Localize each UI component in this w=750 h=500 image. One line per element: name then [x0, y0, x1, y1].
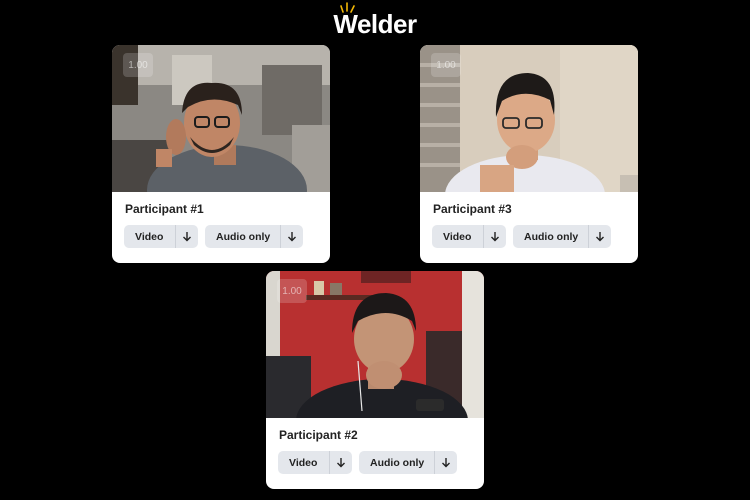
download-audio-button[interactable]: Audio only	[513, 225, 611, 248]
app-name: Welder	[333, 8, 417, 39]
app-logo: Welder	[0, 1, 750, 42]
arrow-down-icon	[588, 225, 611, 248]
participant-name: Participant #2	[279, 428, 358, 442]
arrow-down-icon	[483, 225, 506, 248]
arrow-down-icon	[175, 225, 198, 248]
participant-card-1: 1.00 Participant #1 Video Audio only	[112, 45, 330, 263]
arrow-down-icon	[280, 225, 303, 248]
download-audio-button[interactable]: Audio only	[359, 451, 457, 474]
audio-label: Audio only	[216, 230, 271, 243]
zoom-badge: 1.00	[431, 53, 461, 77]
arrow-down-icon	[329, 451, 352, 474]
participant-video[interactable]: 1.00	[266, 271, 484, 418]
download-audio-button[interactable]: Audio only	[205, 225, 303, 248]
logo-sparks-icon	[340, 1, 356, 13]
download-video-button[interactable]: Video	[278, 451, 352, 474]
participant-name: Participant #3	[433, 202, 512, 216]
download-video-button[interactable]: Video	[124, 225, 198, 248]
participant-name: Participant #1	[125, 202, 204, 216]
audio-label: Audio only	[524, 230, 579, 243]
download-video-button[interactable]: Video	[432, 225, 506, 248]
zoom-badge: 1.00	[123, 53, 153, 77]
video-label: Video	[443, 230, 472, 243]
participant-card-3: 1.00 Participant #3 Video Audio only	[420, 45, 638, 263]
participant-video[interactable]: 1.00	[420, 45, 638, 192]
video-label: Video	[289, 456, 318, 469]
audio-label: Audio only	[370, 456, 425, 469]
participant-video[interactable]: 1.00	[112, 45, 330, 192]
zoom-badge: 1.00	[277, 279, 307, 303]
arrow-down-icon	[434, 451, 457, 474]
participant-card-2: 1.00 Participant #2 Video Audio only	[266, 271, 484, 489]
video-label: Video	[135, 230, 164, 243]
